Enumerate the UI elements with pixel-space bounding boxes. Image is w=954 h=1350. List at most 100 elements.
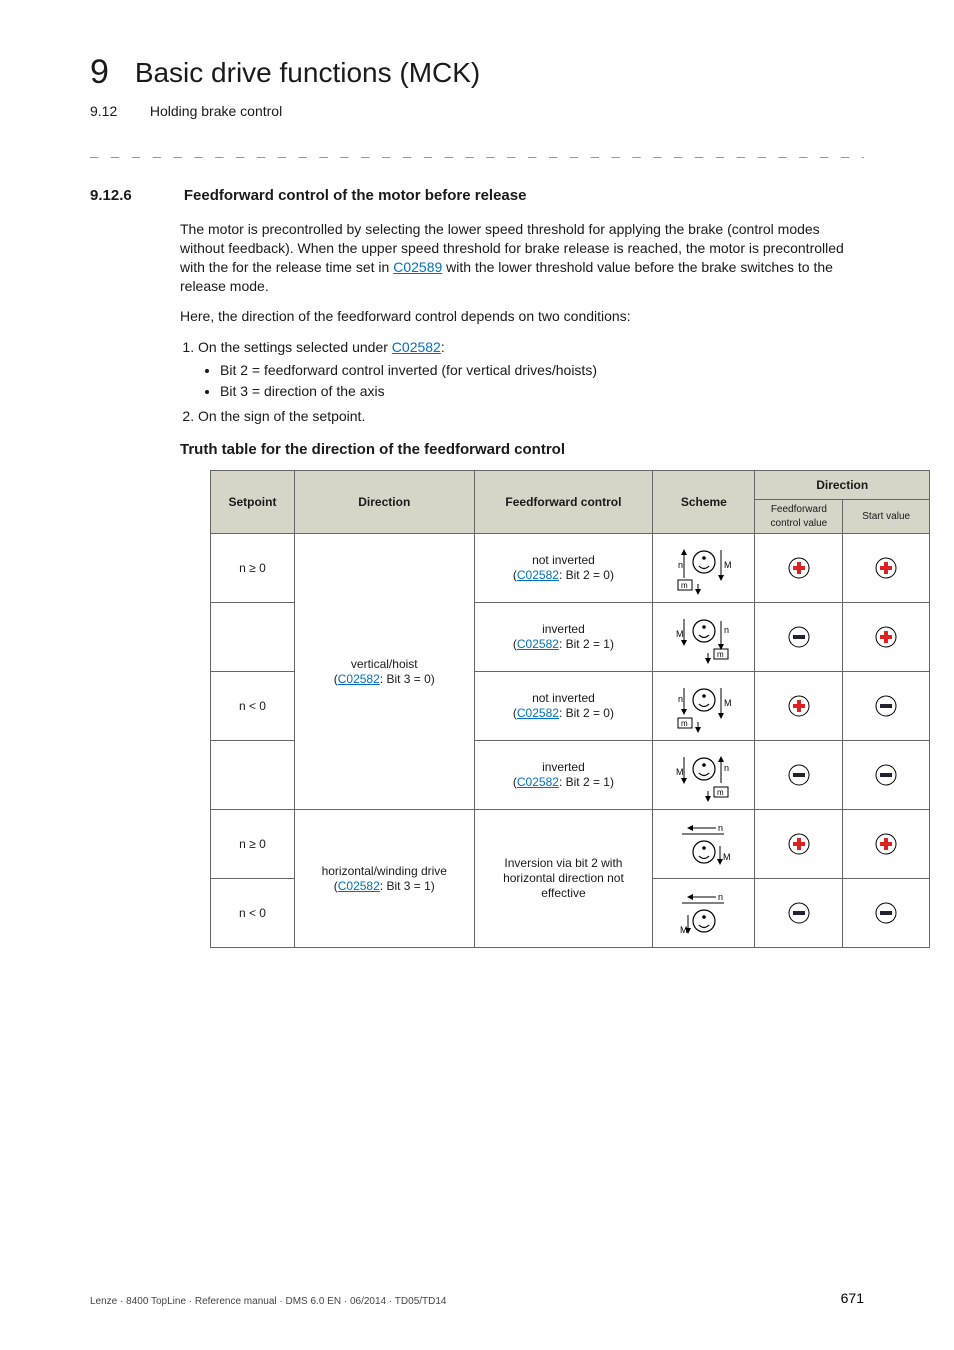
svg-text:M: M [680, 925, 688, 935]
scheme-icon: n M [668, 885, 740, 941]
minus-icon [875, 695, 897, 717]
minus-icon [875, 902, 897, 924]
chapter-number: 9 [90, 50, 109, 96]
cell-dir-ff [755, 534, 843, 603]
cell-ffcontrol: not inverted (C02582: Bit 2 = 0) [474, 534, 653, 603]
scheme-icon: n M m [668, 678, 740, 734]
paragraph-2: Here, the direction of the feedforward c… [180, 307, 864, 326]
plus-icon [788, 833, 810, 855]
cell-dir-start [843, 672, 930, 741]
cell-scheme: M n m [653, 603, 755, 672]
th-ff-value: Feedforward control value [755, 500, 843, 534]
link-c02589[interactable]: C02589 [393, 259, 442, 275]
link-c02582[interactable]: C02582 [517, 637, 559, 651]
cell-scheme: M n m [653, 741, 755, 810]
footer-text: Lenze · 8400 TopLine · Reference manual … [90, 1296, 447, 1307]
svg-text:n: n [724, 625, 729, 635]
svg-text:M: M [724, 698, 732, 708]
cell-dir-ff [755, 603, 843, 672]
truth-table: Setpoint Direction Feedforward control S… [210, 470, 930, 948]
svg-text:n: n [718, 892, 723, 902]
cell-dir-start [843, 603, 930, 672]
svg-text:m: m [717, 650, 724, 659]
bullet-bit2: Bit 2 = feedforward control inverted (fo… [220, 361, 864, 380]
svg-text:n: n [724, 763, 729, 773]
cell-dir-ff [755, 810, 843, 879]
cell-direction: vertical/hoist (C02582: Bit 3 = 0) [294, 534, 474, 810]
cell-ffcontrol: Inversion via bit 2 with horizontal dire… [474, 810, 653, 948]
cell-setpoint: n < 0 [211, 879, 295, 948]
svg-text:n: n [678, 560, 683, 570]
paragraph-1: The motor is precontrolled by selecting … [180, 220, 864, 296]
divider: _ _ _ _ _ _ _ _ _ _ _ _ _ _ _ _ _ _ _ _ … [90, 141, 864, 160]
svg-text:m: m [681, 719, 688, 728]
cell-dir-start [843, 534, 930, 603]
th-feedforward: Feedforward control [474, 471, 653, 534]
table-row: n ≥ 0 horizontal/winding drive (C02582: … [211, 810, 930, 879]
bullet-bit3: Bit 3 = direction of the axis [220, 382, 864, 401]
truth-table-heading: Truth table for the direction of the fee… [180, 440, 864, 460]
cell-ffcontrol: not inverted (C02582: Bit 2 = 0) [474, 672, 653, 741]
cell-scheme: n M m [653, 534, 755, 603]
cell-ffcontrol: inverted (C02582: Bit 2 = 1) [474, 603, 653, 672]
page-number: 671 [841, 1289, 864, 1308]
scheme-icon: M n m [668, 747, 740, 803]
subsection-number: 9.12.6 [90, 186, 180, 206]
page-footer: Lenze · 8400 TopLine · Reference manual … [90, 1295, 864, 1309]
list-item-1: On the settings selected under C02582: B… [198, 338, 864, 401]
subsection-title: Feedforward control of the motor before … [184, 187, 527, 204]
table-row: n ≥ 0 vertical/hoist (C02582: Bit 3 = 0)… [211, 534, 930, 603]
svg-text:M: M [676, 629, 684, 639]
link-c02582[interactable]: C02582 [338, 879, 380, 893]
minus-icon [875, 764, 897, 786]
cell-dir-ff [755, 741, 843, 810]
cell-setpoint [211, 603, 295, 672]
svg-text:M: M [724, 560, 732, 570]
link-c02582[interactable]: C02582 [338, 672, 380, 686]
th-direction: Direction [294, 471, 474, 534]
cell-setpoint: n ≥ 0 [211, 810, 295, 879]
minus-icon [788, 902, 810, 924]
svg-text:m: m [681, 581, 688, 590]
link-c02582[interactable]: C02582 [517, 568, 559, 582]
link-c02582-list[interactable]: C02582 [392, 339, 441, 355]
cell-direction: horizontal/winding drive (C02582: Bit 3 … [294, 810, 474, 948]
svg-text:n: n [678, 694, 683, 704]
plus-icon [788, 557, 810, 579]
th-setpoint: Setpoint [211, 471, 295, 534]
list1-text-a: On the settings selected under [198, 339, 392, 355]
minus-icon [788, 626, 810, 648]
cell-setpoint [211, 741, 295, 810]
section-number: 9.12 [90, 102, 146, 121]
cell-scheme: n M [653, 879, 755, 948]
cell-scheme: n M m [653, 672, 755, 741]
chapter-title: Basic drive functions (MCK) [135, 54, 480, 92]
list-item-2: On the sign of the setpoint. [198, 407, 864, 426]
th-scheme: Scheme [653, 471, 755, 534]
cell-dir-ff [755, 879, 843, 948]
link-c02582[interactable]: C02582 [517, 706, 559, 720]
cell-dir-start [843, 879, 930, 948]
scheme-icon: n M m [668, 540, 740, 596]
svg-text:m: m [717, 788, 724, 797]
plus-icon [875, 626, 897, 648]
plus-icon [788, 695, 810, 717]
section-title: Holding brake control [150, 103, 282, 119]
list1-text-b: : [441, 339, 445, 355]
cell-setpoint: n ≥ 0 [211, 534, 295, 603]
minus-icon [788, 764, 810, 786]
cell-scheme: n M [653, 810, 755, 879]
svg-text:n: n [718, 823, 723, 833]
link-c02582[interactable]: C02582 [517, 775, 559, 789]
cell-dir-ff [755, 672, 843, 741]
cell-ffcontrol: inverted (C02582: Bit 2 = 1) [474, 741, 653, 810]
plus-icon [875, 833, 897, 855]
scheme-icon: M n m [668, 609, 740, 665]
th-start-value: Start value [843, 500, 930, 534]
conditions-list: On the settings selected under C02582: B… [198, 338, 864, 426]
th-dir-group: Direction [755, 471, 930, 500]
svg-text:M: M [723, 852, 731, 862]
cell-setpoint: n < 0 [211, 672, 295, 741]
plus-icon [875, 557, 897, 579]
cell-dir-start [843, 810, 930, 879]
